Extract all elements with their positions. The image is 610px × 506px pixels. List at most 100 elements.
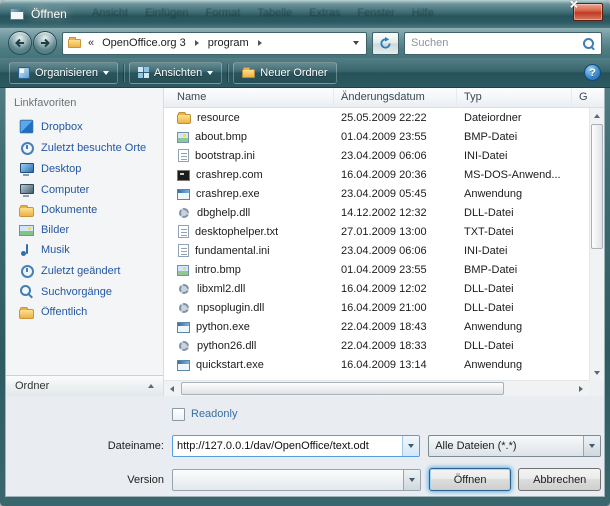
version-dropdown[interactable] xyxy=(172,469,421,491)
organize-icon xyxy=(18,67,30,79)
forward-arrow-icon xyxy=(39,37,51,49)
cancel-button[interactable]: Abbrechen xyxy=(518,468,601,491)
sidebar-item-pictures[interactable]: Bilder xyxy=(6,220,163,239)
back-button[interactable] xyxy=(8,31,32,55)
column-header-name[interactable]: Name xyxy=(164,88,334,107)
file-row[interactable]: dbghelp.dll14.12.2002 12:32DLL-Datei xyxy=(164,203,589,222)
filetype-dropdown[interactable]: Alle Dateien (*.*) xyxy=(428,435,601,457)
chevron-right-icon[interactable] xyxy=(255,38,265,48)
help-button[interactable]: ? xyxy=(584,64,601,81)
ini-file-icon xyxy=(178,149,189,162)
sidebar-item-dropbox[interactable]: Dropbox xyxy=(6,116,163,137)
sidebar-items: DropboxZuletzt besuchte OrteDesktopCompu… xyxy=(6,116,163,322)
file-row[interactable]: crashrep.exe23.04.2009 05:45Anwendung xyxy=(164,184,589,203)
help-icon: ? xyxy=(589,67,596,79)
readonly-checkbox[interactable] xyxy=(172,408,185,421)
file-name: bootstrap.ini xyxy=(195,150,255,162)
version-dropdown-button[interactable] xyxy=(403,470,420,490)
dll-file-icon xyxy=(179,341,189,351)
sidebar-item-computer[interactable]: Computer xyxy=(6,179,163,200)
dll-file-icon xyxy=(179,284,189,294)
file-row[interactable]: libxml2.dll16.04.2009 12:02DLL-Datei xyxy=(164,279,589,298)
file-name-cell: quickstart.exe xyxy=(164,359,334,371)
file-date: 16.04.2009 20:36 xyxy=(334,169,457,181)
file-row[interactable]: python.exe22.04.2009 18:43Anwendung xyxy=(164,317,589,336)
column-header-size[interactable]: G xyxy=(572,88,604,107)
sidebar-item-recent-places[interactable]: Zuletzt besuchte Orte xyxy=(6,137,163,158)
file-type: INI-Datei xyxy=(457,245,572,257)
dll-file-icon xyxy=(179,303,189,313)
file-name: intro.bmp xyxy=(195,264,241,276)
search-box xyxy=(404,32,602,55)
file-name-cell: dbghelp.dll xyxy=(164,206,334,220)
file-type: INI-Datei xyxy=(457,150,572,162)
file-list-rows: resource25.05.2009 22:22Dateiordnerabout… xyxy=(164,108,589,380)
sidebar-item-label: Musik xyxy=(41,244,70,256)
file-type: DLL-Datei xyxy=(457,302,572,314)
sidebar-item-label: Bilder xyxy=(41,224,69,236)
file-row[interactable]: quickstart.exe16.04.2009 13:14Anwendung xyxy=(164,355,589,374)
filename-input[interactable] xyxy=(173,440,402,452)
file-row[interactable]: npsoplugin.dll16.04.2009 21:00DLL-Datei xyxy=(164,298,589,317)
scroll-left-button[interactable] xyxy=(164,381,180,396)
file-row[interactable]: about.bmp01.04.2009 23:55BMP-Datei xyxy=(164,127,589,146)
organize-button[interactable]: Organisieren xyxy=(9,62,118,84)
column-header-type[interactable]: Typ xyxy=(457,88,572,107)
chevron-right-icon[interactable] xyxy=(192,38,202,48)
sidebar-item-recently-changed[interactable]: Zuletzt geändert xyxy=(6,260,163,281)
file-date: 14.12.2002 12:32 xyxy=(334,207,457,219)
refresh-button[interactable] xyxy=(372,32,399,55)
breadcrumb-item-openoffice[interactable]: OpenOffice.org 3 xyxy=(99,35,189,51)
sidebar-item-public[interactable]: Öffentlich xyxy=(6,302,163,322)
vertical-scrollbar[interactable] xyxy=(589,108,604,380)
file-row[interactable]: intro.bmp01.04.2009 23:55BMP-Datei xyxy=(164,260,589,279)
sidebar-item-desktop[interactable]: Desktop xyxy=(6,158,163,179)
search-input[interactable] xyxy=(411,37,582,49)
vertical-scroll-thumb[interactable] xyxy=(591,124,603,249)
file-name: about.bmp xyxy=(195,131,247,143)
file-row[interactable]: crashrep.com16.04.2009 20:36MS-DOS-Anwen… xyxy=(164,165,589,184)
file-row[interactable]: python26.dll22.04.2009 18:33DLL-Datei xyxy=(164,336,589,355)
open-button[interactable]: Öffnen xyxy=(429,468,512,491)
desktop-icon xyxy=(19,161,34,176)
file-name: desktophelper.txt xyxy=(195,226,278,238)
folders-bar[interactable]: Ordner xyxy=(6,375,163,396)
title-bar: Öffnen AnsichtEinfügenFormatTabelleExtra… xyxy=(0,0,610,28)
version-row: Version Öffnen Abbrechen xyxy=(6,468,604,491)
new-folder-button[interactable]: Neuer Ordner xyxy=(233,62,336,84)
music-icon xyxy=(19,242,34,257)
scroll-right-button[interactable] xyxy=(573,381,589,396)
filetype-dropdown-button[interactable] xyxy=(583,436,600,456)
filename-dropdown-button[interactable] xyxy=(402,436,419,456)
address-dropdown-button[interactable] xyxy=(349,39,363,47)
forward-button[interactable] xyxy=(33,31,57,55)
sidebar-item-music[interactable]: Musik xyxy=(6,239,163,260)
file-row[interactable]: resource25.05.2009 22:22Dateiordner xyxy=(164,108,589,127)
file-row[interactable]: bootstrap.ini23.04.2009 06:06INI-Datei xyxy=(164,146,589,165)
scroll-down-button[interactable] xyxy=(590,365,604,380)
new-folder-icon xyxy=(242,69,255,78)
folder-file-icon xyxy=(177,114,191,124)
file-date: 27.01.2009 13:00 xyxy=(334,226,457,238)
file-row[interactable]: fundamental.ini23.04.2009 06:06INI-Datei xyxy=(164,241,589,260)
close-button[interactable] xyxy=(573,3,603,21)
breadcrumb-overflow[interactable]: « xyxy=(86,37,96,49)
organize-label: Organisieren xyxy=(35,67,98,79)
scroll-up-button[interactable] xyxy=(590,108,604,123)
sidebar-item-searches[interactable]: Suchvorgänge xyxy=(6,281,163,302)
horizontal-scrollbar[interactable] xyxy=(164,380,589,396)
file-type: Dateiordner xyxy=(457,112,572,124)
views-button[interactable]: Ansichten xyxy=(129,62,222,84)
clock-icon xyxy=(19,140,34,155)
file-name: npsoplugin.dll xyxy=(197,302,264,314)
file-date: 01.04.2009 23:55 xyxy=(334,264,457,276)
file-name-cell: desktophelper.txt xyxy=(164,225,334,238)
background-menu-item: Fenster xyxy=(357,7,394,19)
column-header-date[interactable]: Änderungsdatum xyxy=(334,88,457,107)
file-row[interactable]: desktophelper.txt27.01.2009 13:00TXT-Dat… xyxy=(164,222,589,241)
sidebar-item-documents[interactable]: Dokumente xyxy=(6,200,163,220)
txt-file-icon xyxy=(178,225,189,238)
clock-icon xyxy=(19,263,34,278)
horizontal-scroll-thumb[interactable] xyxy=(181,382,504,395)
breadcrumb-item-program[interactable]: program xyxy=(205,35,252,51)
